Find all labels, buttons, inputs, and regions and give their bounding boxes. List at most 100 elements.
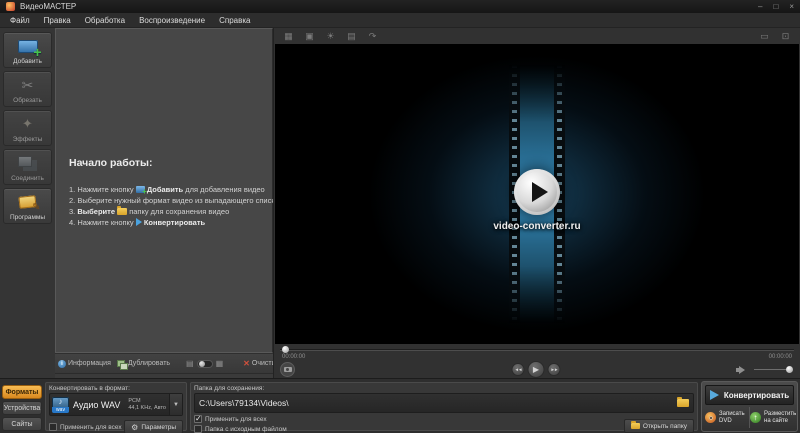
tab-formats[interactable]: Форматы bbox=[2, 385, 42, 399]
convert-play-icon bbox=[710, 390, 719, 400]
convert-section: Конвертировать Записать DVD ↑ Разместить… bbox=[701, 381, 798, 432]
view-toggle[interactable]: ▤ ▦ bbox=[186, 359, 223, 368]
format-section: Конвертировать в формат: Аудио WAV PCM 4… bbox=[45, 382, 187, 431]
format-details: PCM 44,1 KHz, Авто bbox=[128, 398, 169, 412]
sidebar-item-programs[interactable]: Программы bbox=[3, 188, 52, 224]
duplicate-button[interactable]: Дублировать bbox=[117, 360, 170, 368]
title-bar: ВидеоМАСТЕР – □ × bbox=[0, 0, 800, 13]
video-screen[interactable]: video-converter.ru bbox=[275, 44, 799, 344]
format-dropdown-arrow[interactable]: ▼ bbox=[169, 394, 182, 415]
save-path-field[interactable]: C:\Users\79134\Videos\ bbox=[194, 393, 694, 413]
close-button[interactable]: × bbox=[789, 3, 794, 11]
next-frame-button[interactable]: ►► bbox=[548, 363, 561, 376]
prev-frame-button[interactable]: ◄◄ bbox=[512, 363, 525, 376]
file-list-toolbar: i Информация Дублировать ▤ ▦ ✕ Очистить … bbox=[55, 353, 273, 374]
trim-icon bbox=[14, 75, 42, 95]
bottom-tabs: Форматы Устройства Сайты bbox=[2, 385, 42, 433]
crop-icon[interactable]: ▦ bbox=[282, 31, 295, 42]
volume-control bbox=[739, 366, 792, 374]
format-apply-all-checkbox[interactable] bbox=[49, 423, 57, 431]
minimize-button[interactable]: – bbox=[758, 3, 762, 11]
format-apply-all-label: Применить для всех bbox=[60, 424, 122, 431]
volume-track[interactable] bbox=[754, 369, 792, 370]
burn-dvd-button[interactable]: Записать DVD bbox=[705, 407, 750, 428]
grid-view-icon: ▦ bbox=[216, 359, 224, 368]
sidebar: ДобавитьОбрезатьЭффектыСоединитьПрограмм… bbox=[0, 28, 55, 378]
fullscreen-icon[interactable]: ⊡ bbox=[779, 31, 792, 42]
player-toolbar-left: ▦ ▣ ☀ ▤ ↷ bbox=[282, 31, 379, 42]
wav-format-icon bbox=[52, 397, 69, 413]
app-icon bbox=[6, 2, 15, 11]
source-folder-checkbox[interactable] bbox=[194, 425, 202, 433]
folder-label: Папка для сохранения: bbox=[194, 385, 694, 392]
programs-icon bbox=[14, 192, 42, 212]
join-icon bbox=[14, 153, 42, 173]
convert-icon bbox=[136, 218, 142, 226]
open-folder-icon bbox=[631, 423, 640, 429]
publish-site-button[interactable]: ↑ Разместить на сайте bbox=[750, 407, 798, 428]
view-switch[interactable] bbox=[197, 360, 213, 368]
menu-item[interactable]: Обработка bbox=[78, 14, 132, 27]
play-button[interactable]: ▶ bbox=[528, 361, 545, 378]
transport-controls: ◄◄ ▶ ►► bbox=[512, 361, 561, 378]
maximize-button[interactable]: □ bbox=[773, 3, 778, 11]
info-icon: i bbox=[58, 360, 66, 368]
player-toolbar-right: ▭⊡ bbox=[758, 31, 792, 42]
getting-started-step: 1. Нажмите кнопку Добавить для добавлени… bbox=[69, 185, 266, 195]
menu-item[interactable]: Файл bbox=[3, 14, 37, 27]
seek-track[interactable] bbox=[280, 349, 794, 351]
player-panel: ▦▣☀▤↷ ▭⊡ video-converter.ru 00:00:00 00:… bbox=[273, 28, 800, 378]
display-icon[interactable]: ▭ bbox=[758, 31, 771, 42]
watermark-text: video-converter.ru bbox=[275, 221, 799, 232]
format-name: Аудио WAV bbox=[73, 400, 120, 410]
folder-apply-all-label: Применить для всех bbox=[205, 416, 267, 423]
info-button[interactable]: i Информация bbox=[58, 360, 111, 368]
time-total: 00:00:00 bbox=[769, 354, 792, 360]
format-selector[interactable]: Аудио WAV PCM 44,1 KHz, Авто ▼ bbox=[49, 393, 183, 416]
menu-item[interactable]: Правка bbox=[37, 14, 78, 27]
getting-started-step: 2. Выберите нужный формат видео из выпад… bbox=[69, 196, 266, 206]
params-button[interactable]: ⚙ Параметры bbox=[124, 420, 183, 433]
getting-started-step: 4. Нажмите кнопку Конвертировать bbox=[69, 218, 266, 228]
folder-apply-all-checkbox[interactable] bbox=[194, 415, 202, 423]
sidebar-item-trim[interactable]: Обрезать bbox=[3, 71, 52, 107]
effects-icon bbox=[14, 114, 42, 134]
big-play-icon[interactable] bbox=[514, 169, 560, 215]
menu-item[interactable]: Справка bbox=[212, 14, 257, 27]
aspect-icon[interactable]: ▣ bbox=[303, 31, 316, 42]
sidebar-item-add[interactable]: Добавить bbox=[3, 32, 52, 68]
bottom-panel: Форматы Устройства Сайты Конвертировать в … bbox=[0, 378, 800, 433]
menu-bar: ФайлПравкаОбработкаВоспроизведениеСправк… bbox=[0, 13, 800, 28]
folder-icon bbox=[117, 208, 127, 215]
rotate-icon[interactable]: ↷ bbox=[366, 31, 379, 42]
browse-folder-icon[interactable] bbox=[677, 399, 689, 407]
snapshot-button[interactable] bbox=[280, 362, 295, 377]
getting-started-title: Начало работы: bbox=[69, 157, 266, 169]
effects-icon[interactable]: ▤ bbox=[345, 31, 358, 42]
brightness-icon[interactable]: ☀ bbox=[324, 31, 337, 42]
speaker-icon[interactable] bbox=[739, 366, 749, 374]
getting-started-steps: 1. Нажмите кнопку Добавить для добавлени… bbox=[69, 185, 266, 228]
time-current: 00:00:00 bbox=[282, 354, 305, 360]
time-row: 00:00:00 00:00:00 bbox=[282, 354, 792, 360]
add-video-icon bbox=[14, 36, 42, 56]
folder-section: Папка для сохранения: C:\Users\79134\Vid… bbox=[190, 382, 698, 431]
tab-sites[interactable]: Сайты bbox=[2, 417, 42, 431]
sidebar-item-effects[interactable]: Эффекты bbox=[3, 110, 52, 146]
file-list-panel[interactable]: Начало работы: 1. Нажмите кнопку Добавит… bbox=[55, 28, 273, 353]
tab-devices[interactable]: Устройства bbox=[2, 401, 42, 415]
getting-started: Начало работы: 1. Нажмите кнопку Добавит… bbox=[69, 157, 266, 229]
globe-upload-icon: ↑ bbox=[750, 412, 761, 423]
seek-thumb[interactable] bbox=[282, 346, 289, 353]
open-folder-button[interactable]: Открыть папку bbox=[624, 419, 694, 433]
menu-item[interactable]: Воспроизведение bbox=[132, 14, 212, 27]
duplicate-icon bbox=[117, 360, 126, 368]
gear-icon: ⚙ bbox=[131, 423, 138, 432]
seek-bar[interactable] bbox=[280, 346, 794, 354]
volume-thumb[interactable] bbox=[786, 366, 793, 373]
save-path-value: C:\Users\79134\Videos\ bbox=[199, 398, 289, 408]
getting-started-step: 3. Выберите папку для сохранения видео bbox=[69, 207, 266, 217]
app-window: ВидеоМАСТЕР – □ × ФайлПравкаОбработкаВос… bbox=[0, 0, 800, 433]
convert-button[interactable]: Конвертировать bbox=[705, 385, 794, 405]
sidebar-item-join[interactable]: Соединить bbox=[3, 149, 52, 185]
